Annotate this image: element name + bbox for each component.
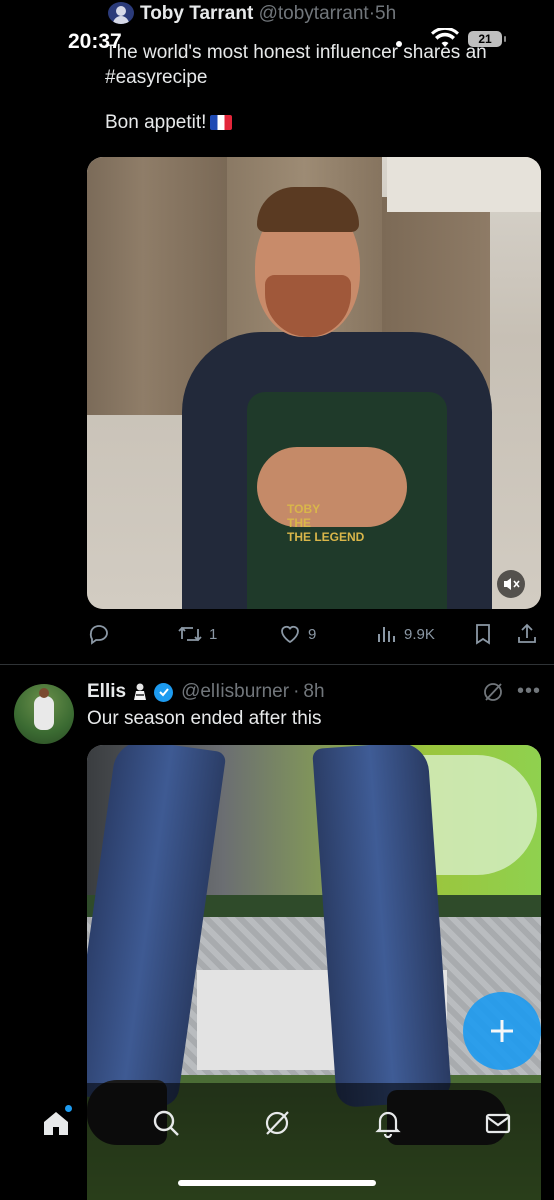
search-icon: [153, 1110, 179, 1136]
verified-icon: [154, 682, 174, 702]
like-count: 9: [308, 625, 317, 643]
reply-button[interactable]: [87, 620, 111, 648]
bookmark-button[interactable]: [472, 620, 494, 648]
tweet-video[interactable]: TOBY THE THE LEGEND: [87, 157, 541, 609]
share-button[interactable]: [515, 620, 539, 648]
grok-icon[interactable]: [482, 681, 504, 708]
author-name[interactable]: Ellis: [87, 681, 126, 703]
notification-dot: [65, 1105, 72, 1112]
tweet-header: Ellis @elIisburner · 8h: [87, 681, 325, 703]
mute-button[interactable]: [497, 570, 525, 598]
avatar[interactable]: [14, 684, 74, 744]
nav-home[interactable]: [36, 1103, 76, 1143]
nav-notifications[interactable]: [368, 1103, 408, 1143]
tweet-header: Toby Tarrant @tobytarrant·5h: [140, 3, 396, 25]
mute-icon: [504, 578, 520, 590]
views-button[interactable]: 9.9K: [376, 620, 435, 648]
apron-text: TOBY THE THE LEGEND: [287, 502, 365, 544]
plus-icon: [491, 1020, 513, 1042]
grok-icon: [265, 1111, 289, 1135]
tweet-text-span: Bon appetit!: [105, 112, 207, 133]
tweet-divider: [0, 664, 554, 665]
reply-icon: [89, 625, 108, 645]
tweet-text-line: Bon appetit!: [105, 110, 525, 135]
range-hood: [387, 157, 541, 212]
author-handle[interactable]: @elIisburner: [181, 681, 289, 703]
france-flag-icon: [210, 115, 233, 130]
bell-icon: [375, 1111, 401, 1138]
like-button[interactable]: 9: [278, 620, 316, 648]
person-leg: [312, 745, 452, 1109]
tweet-time: 8h: [303, 681, 325, 702]
heart-icon: [281, 625, 299, 644]
mail-icon: [485, 1113, 511, 1134]
share-icon: [518, 623, 536, 643]
nav-search[interactable]: [146, 1103, 186, 1143]
nav-messages[interactable]: [478, 1103, 518, 1143]
tweet-text: Our season ended after this: [87, 708, 322, 729]
tweet-text-line: The world's most honest influencer share…: [105, 42, 487, 88]
home-indicator[interactable]: [178, 1180, 376, 1186]
more-options-icon[interactable]: •••: [517, 680, 541, 703]
compose-button[interactable]: [463, 992, 541, 1070]
status-time: 20:37: [68, 30, 122, 53]
views-icon: [378, 627, 395, 642]
retweet-icon: [178, 626, 202, 642]
wifi-icon: [430, 26, 460, 55]
retweet-button[interactable]: 1: [177, 620, 217, 648]
tweet-actions: 1 9 9.9K: [87, 620, 541, 648]
status-dot: [396, 41, 402, 47]
karate-emoji-icon: [134, 683, 147, 700]
retweet-count: 1: [209, 625, 218, 643]
author-handle[interactable]: @tobytarrant: [259, 3, 369, 24]
views-count: 9.9K: [404, 625, 435, 643]
battery-icon: 21: [468, 31, 506, 47]
avatar[interactable]: [108, 2, 134, 24]
person-hair: [257, 187, 359, 232]
bookmark-icon: [476, 624, 490, 645]
tweet-text: The world's most honest influencer share…: [105, 40, 525, 135]
separator-dot: ·: [293, 681, 300, 702]
author-name[interactable]: Toby Tarrant: [140, 3, 253, 24]
nav-grok[interactable]: [257, 1103, 297, 1143]
tweet-time: 5h: [375, 3, 397, 24]
